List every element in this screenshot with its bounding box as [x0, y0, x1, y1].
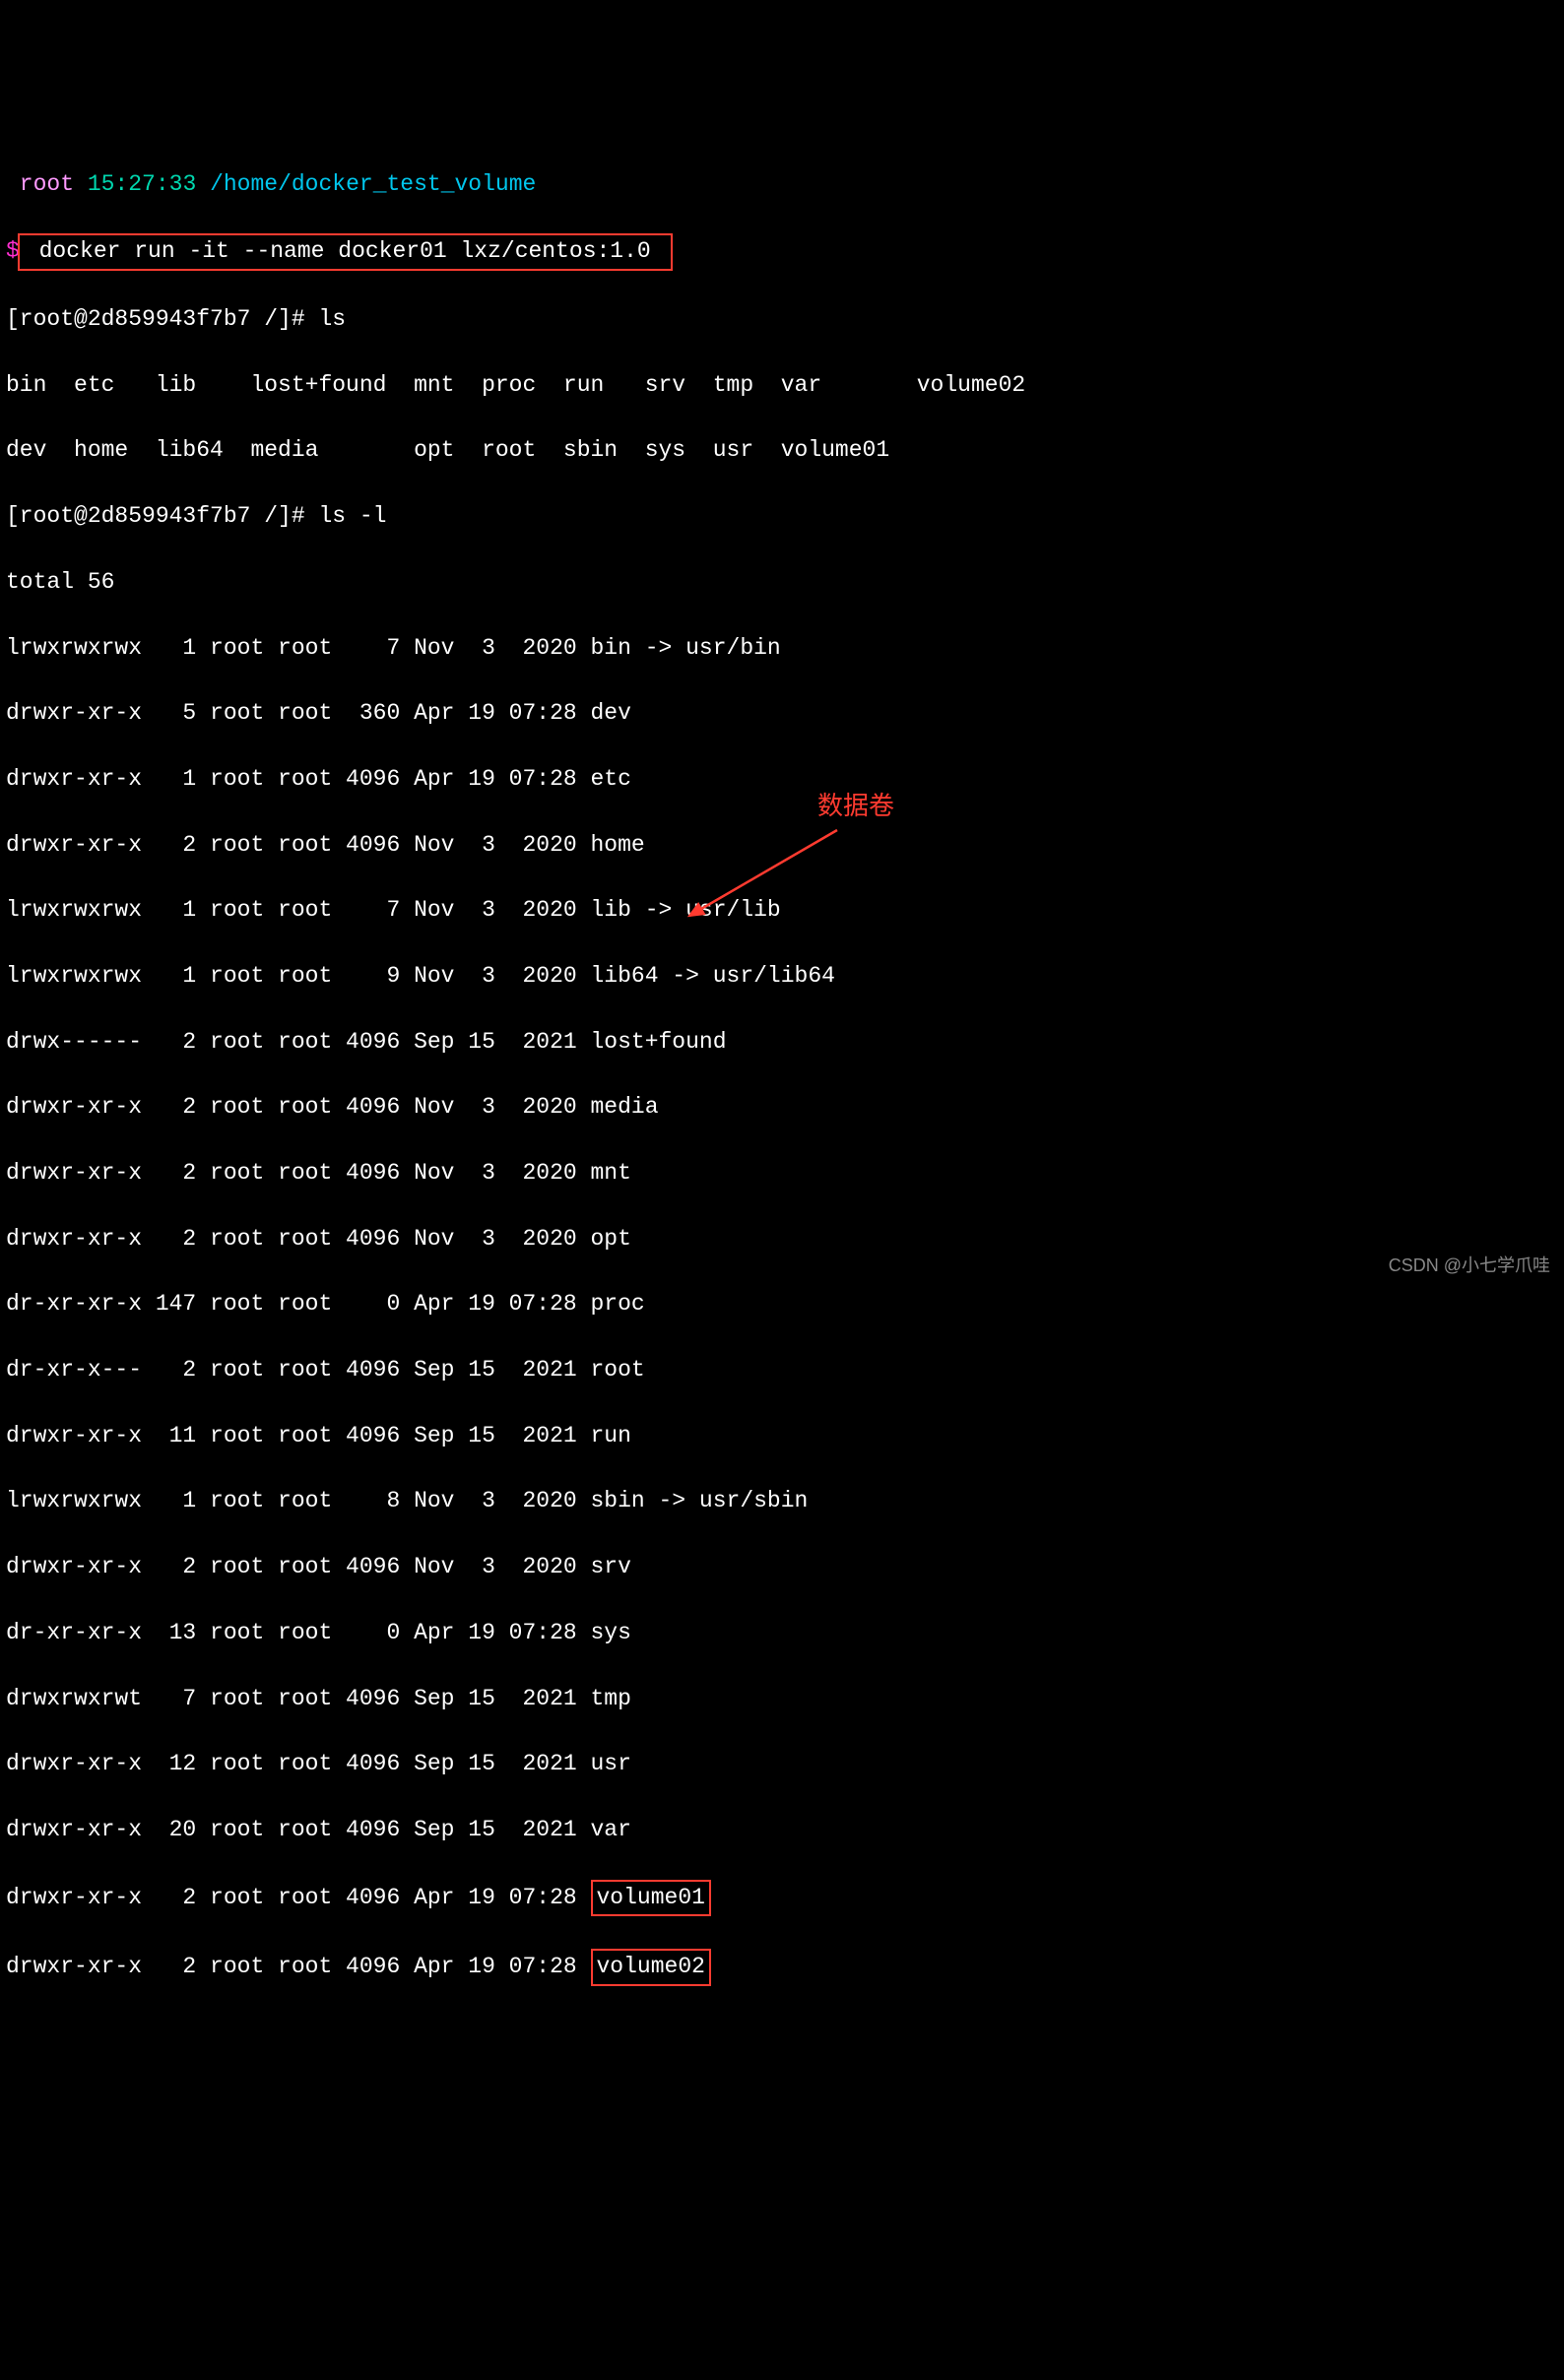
volume01-highlight: volume01 [591, 1880, 711, 1916]
listing-row: lrwxrwxrwx 1 root root 8 Nov 3 2020 sbin… [6, 1485, 1558, 1517]
listing-row: drwxrwxrwt 7 root root 4096 Sep 15 2021 … [6, 1683, 1558, 1715]
listing-row: drwxr-xr-x 5 root root 360 Apr 19 07:28 … [6, 697, 1558, 730]
container-prompt-ls: [root@2d859943f7b7 /]# ls [6, 303, 1558, 336]
volume-prefix: drwxr-xr-x 2 root root 4096 Apr 19 07:28 [6, 1885, 591, 1910]
listing-row: lrwxrwxrwx 1 root root 9 Nov 3 2020 lib6… [6, 960, 1558, 993]
host-prompt-line: root 15:27:33 /home/docker_test_volume [6, 168, 1558, 201]
docker-command-line: $ docker run -it --name docker01 lxz/cen… [6, 233, 1558, 270]
volume-prefix: drwxr-xr-x 2 root root 4096 Apr 19 07:28 [6, 1954, 591, 1979]
listing-row: drwxr-xr-x 1 root root 4096 Apr 19 07:28… [6, 763, 1558, 796]
listing-row: drwx------ 2 root root 4096 Sep 15 2021 … [6, 1026, 1558, 1059]
listing-row: dr-xr-xr-x 147 root root 0 Apr 19 07:28 … [6, 1288, 1558, 1320]
volume-row: drwxr-xr-x 2 root root 4096 Apr 19 07:28… [6, 1880, 1558, 1916]
listing-row: drwxr-xr-x 2 root root 4096 Nov 3 2020 h… [6, 829, 1558, 862]
listing-row: dr-xr-xr-x 13 root root 0 Apr 19 07:28 s… [6, 1617, 1558, 1649]
listing-row: drwxr-xr-x 20 root root 4096 Sep 15 2021… [6, 1814, 1558, 1846]
listing-row: drwxr-xr-x 2 root root 4096 Nov 3 2020 s… [6, 1551, 1558, 1583]
prompt-user: root [6, 171, 88, 197]
annotation-label: 数据卷 [817, 788, 894, 825]
listing-row: lrwxrwxrwx 1 root root 7 Nov 3 2020 bin … [6, 632, 1558, 665]
listing-row: dr-xr-x--- 2 root root 4096 Sep 15 2021 … [6, 1354, 1558, 1386]
container-prompt-lsl: [root@2d859943f7b7 /]# ls -l [6, 500, 1558, 533]
ls-output-row1: bin etc lib lost+found mnt proc run srv … [6, 369, 1558, 402]
prompt-time: 15:27:33 [88, 171, 210, 197]
ls-output-row2: dev home lib64 media opt root sbin sys u… [6, 434, 1558, 467]
listing-row: drwxr-xr-x 2 root root 4096 Nov 3 2020 m… [6, 1157, 1558, 1190]
prompt-path: /home/docker_test_volume [210, 171, 536, 197]
docker-run-command: docker run -it --name docker01 lxz/cento… [18, 233, 673, 270]
listing-row: drwxr-xr-x 2 root root 4096 Nov 3 2020 m… [6, 1091, 1558, 1124]
volume-row: drwxr-xr-x 2 root root 4096 Apr 19 07:28… [6, 1949, 1558, 1985]
listing-row: drwxr-xr-x 12 root root 4096 Sep 15 2021… [6, 1748, 1558, 1780]
total-line: total 56 [6, 566, 1558, 599]
listing-row: drwxr-xr-x 2 root root 4096 Nov 3 2020 o… [6, 1223, 1558, 1255]
volume02-highlight: volume02 [591, 1949, 711, 1985]
listing-row: lrwxrwxrwx 1 root root 7 Nov 3 2020 lib … [6, 894, 1558, 927]
watermark: CSDN @小七学爪哇 [1389, 1253, 1550, 1278]
terminal-output: root 15:27:33 /home/docker_test_volume $… [6, 135, 1558, 2019]
listing-row: drwxr-xr-x 11 root root 4096 Sep 15 2021… [6, 1420, 1558, 1452]
